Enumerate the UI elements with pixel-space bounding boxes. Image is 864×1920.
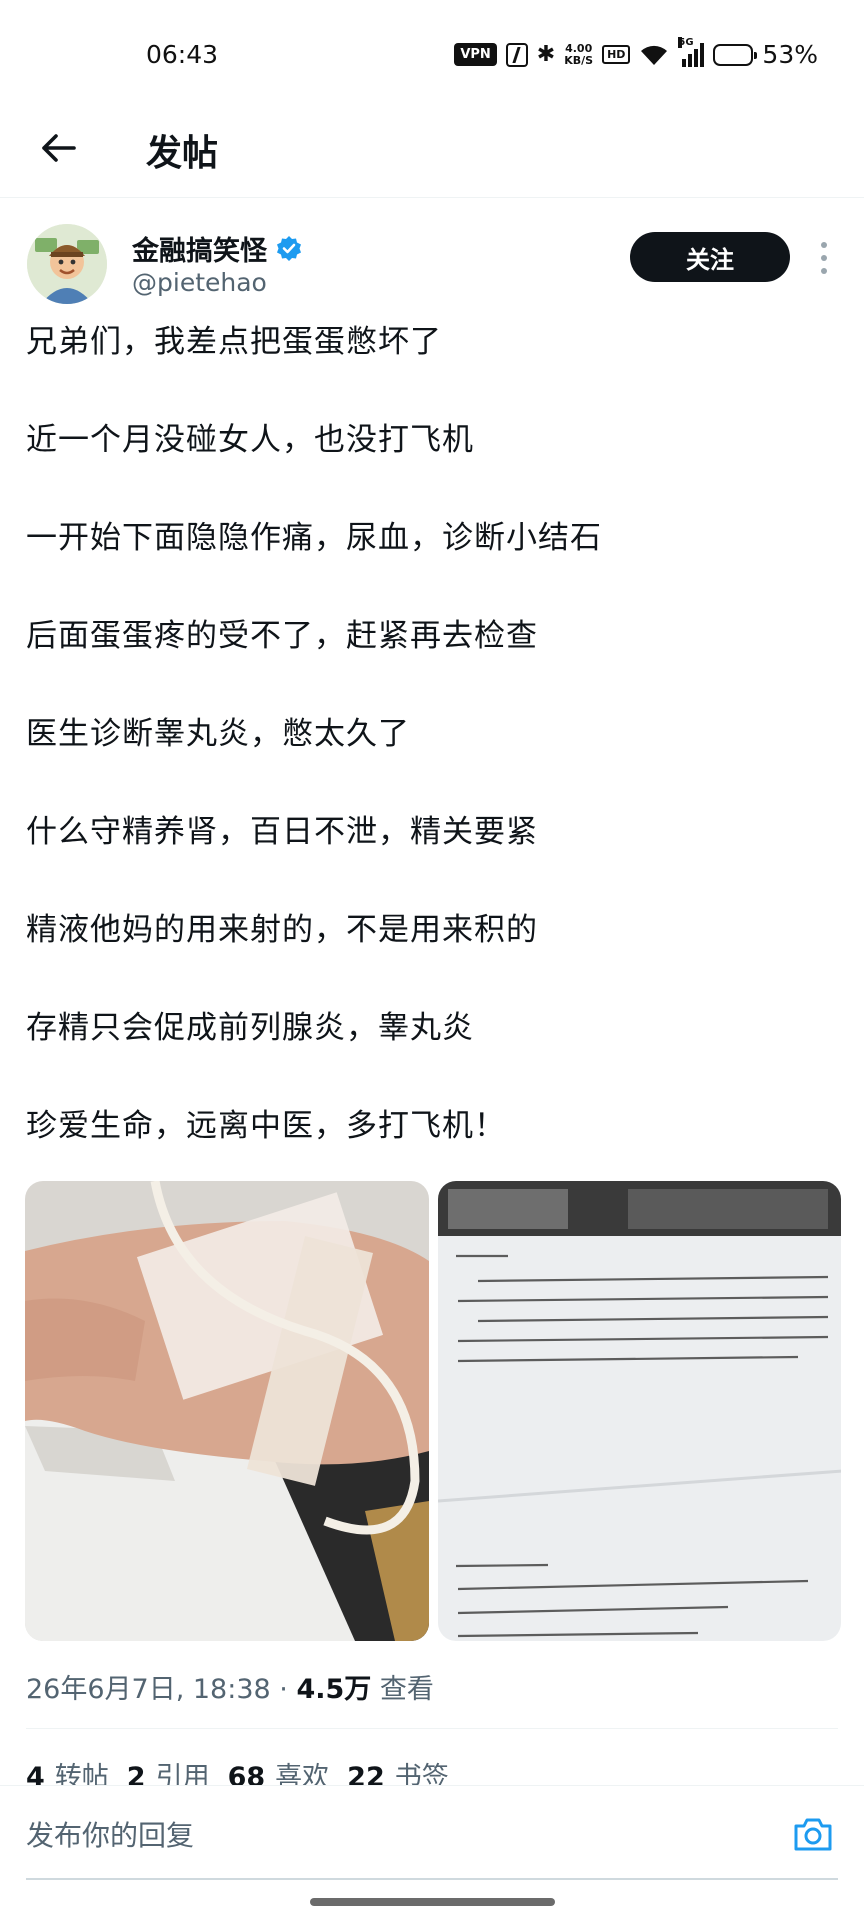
- status-bar: 06:43 VPN ✱ 4.00 KB/S HD 5G 53%: [0, 0, 864, 110]
- network-speed-unit: KB/S: [564, 53, 594, 67]
- verified-badge-icon: [277, 235, 301, 261]
- post-line: 医生诊断睾丸炎，憋太久了: [26, 716, 410, 752]
- network-speed: 4.00 KB/S: [564, 41, 594, 67]
- bluetooth-icon: ✱: [536, 41, 556, 67]
- author-handle[interactable]: @pietehao: [132, 268, 267, 297]
- post-line: 近一个月没碰女人，也没打飞机: [26, 422, 474, 458]
- network-speed-value: 4.00: [565, 41, 593, 55]
- hand-iv-photo: [25, 1181, 429, 1641]
- status-icons: VPN ✱ 4.00 KB/S HD 5G 53%: [454, 36, 818, 69]
- divider: [26, 1728, 838, 1729]
- more-options-button[interactable]: [812, 238, 836, 278]
- author-name-row[interactable]: 金融搞笑怪: [132, 229, 303, 268]
- home-indicator[interactable]: [310, 1898, 555, 1906]
- avatar-image: [27, 224, 107, 304]
- avatar[interactable]: [27, 224, 107, 304]
- views-label: 查看: [379, 1674, 434, 1705]
- top-app-bar: 发帖: [0, 100, 864, 198]
- post-line: 存精只会促成前列腺炎，睾丸炎: [26, 1010, 474, 1046]
- author-name[interactable]: 金融搞笑怪: [132, 229, 267, 268]
- post-line: 精液他妈的用来射的，不是用来积的: [26, 912, 538, 948]
- post-datetime: 26年6月7日, 18:38: [26, 1674, 271, 1705]
- post-media-grid: [25, 1181, 841, 1641]
- cellular-signal-icon: 5G: [678, 36, 705, 67]
- arrow-left-icon: [42, 134, 76, 162]
- more-dot: [821, 255, 827, 261]
- page-title: 发帖: [146, 133, 219, 174]
- more-dot: [821, 268, 827, 274]
- post-text: 兄弟们，我差点把蛋蛋憋坏了 近一个月没碰女人，也没打飞机 一开始下面隐隐作痛，尿…: [26, 320, 846, 1202]
- more-dot: [821, 242, 827, 248]
- battery-icon: [713, 43, 758, 66]
- post-line: 后面蛋蛋疼的受不了，赶紧再去检查: [26, 618, 538, 654]
- post-line: 兄弟们，我差点把蛋蛋憋坏了: [26, 324, 442, 360]
- status-time: 06:43: [146, 40, 219, 69]
- network-type: 5G: [678, 36, 694, 48]
- follow-button[interactable]: 关注: [630, 232, 790, 282]
- reply-input[interactable]: 发布你的回复: [26, 1814, 194, 1854]
- post-line: 一开始下面隐隐作痛，尿血，诊断小结石: [26, 520, 602, 556]
- post-line: 什么守精养肾，百日不泄，精关要紧: [26, 814, 538, 850]
- battery-percent: 53%: [762, 40, 818, 69]
- views-count: 4.5万: [296, 1674, 372, 1705]
- meta-separator: ·: [279, 1674, 288, 1705]
- back-button[interactable]: [30, 120, 86, 176]
- wifi-icon: [641, 45, 668, 65]
- hd-icon: HD: [602, 45, 631, 64]
- camera-icon[interactable]: [792, 1814, 834, 1854]
- post-meta: 26年6月7日, 18:38 · 4.5万 查看: [26, 1667, 434, 1706]
- nfc-icon: [505, 42, 528, 67]
- ultrasound-report-photo: [437, 1181, 841, 1641]
- reply-underline: [26, 1878, 838, 1880]
- media-image-ultrasound-report[interactable]: [437, 1181, 841, 1641]
- media-image-hand[interactable]: [25, 1181, 429, 1641]
- vpn-icon: VPN: [454, 43, 497, 66]
